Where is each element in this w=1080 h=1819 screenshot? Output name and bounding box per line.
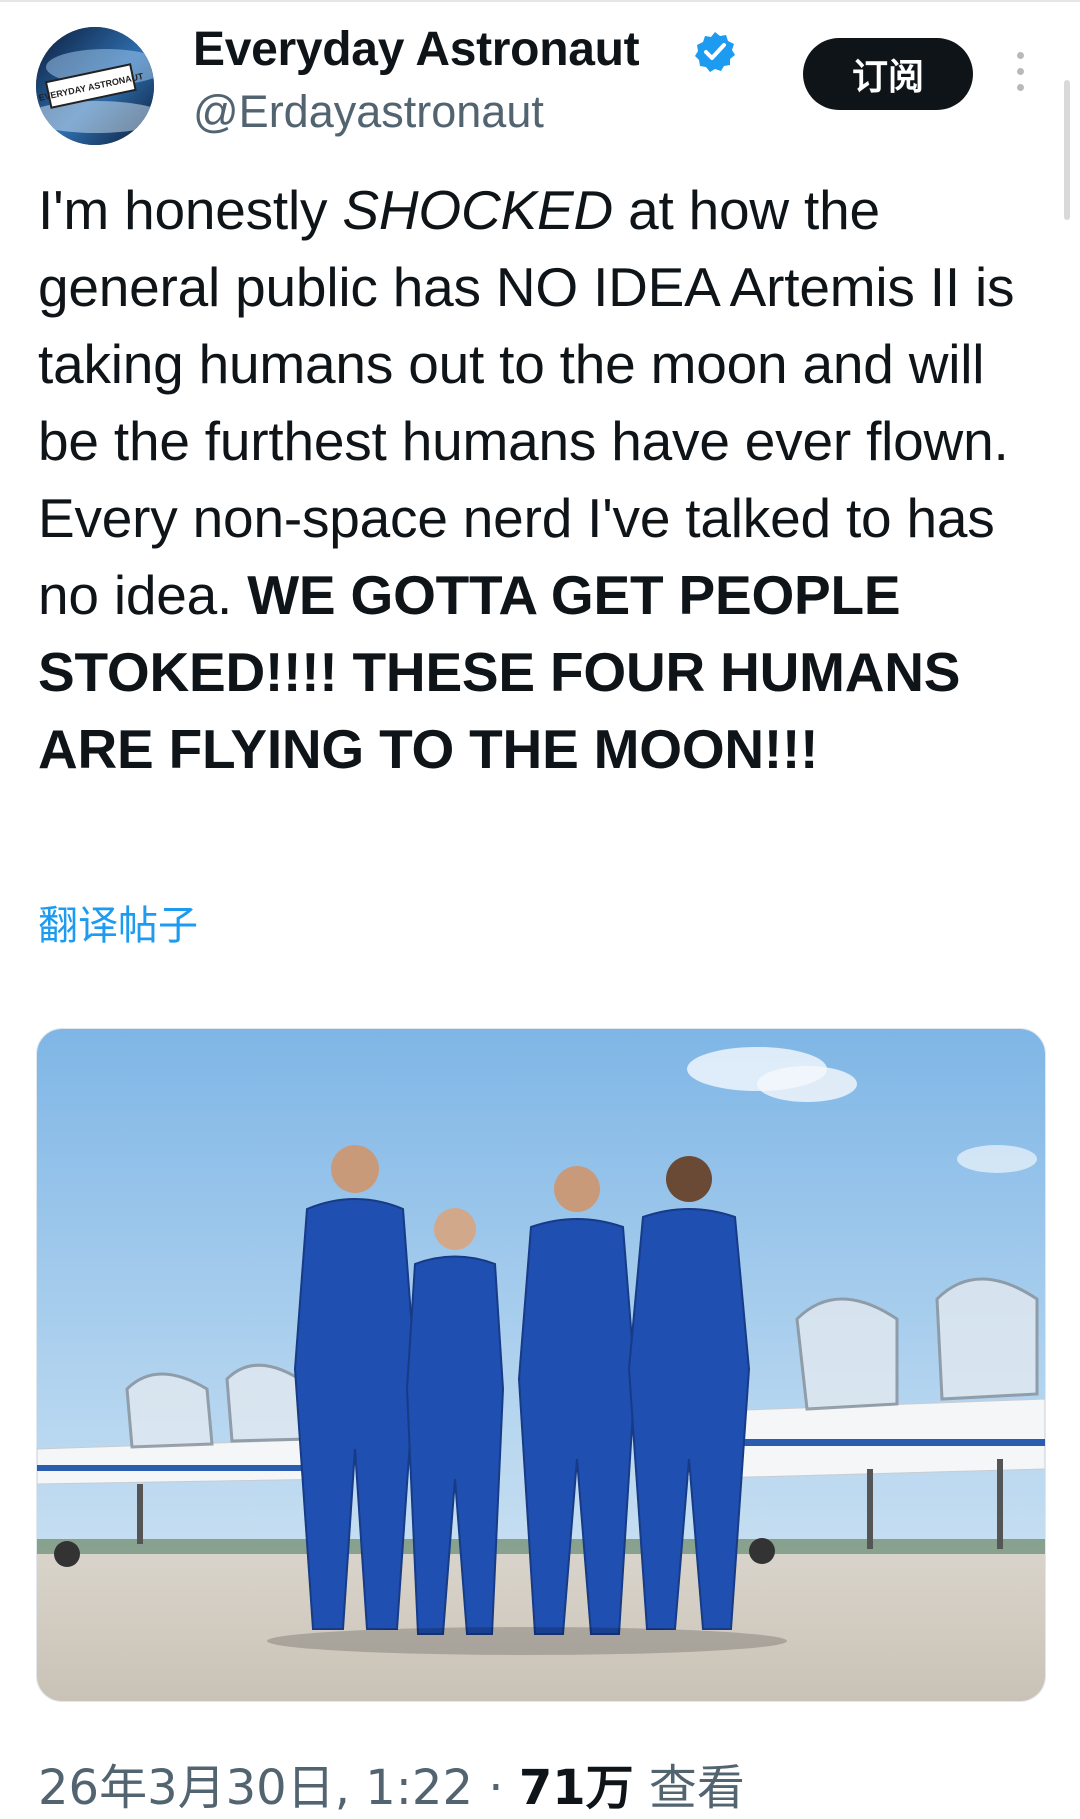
author-handle[interactable]: @Erdayastronaut <box>193 86 544 138</box>
view-count-label: 查看 <box>648 1760 745 1816</box>
tweet-meta: 26年3月30日, 1:22 · 71万 查看 <box>38 1748 745 1818</box>
meta-separator: · <box>488 1760 504 1816</box>
author-name[interactable]: Everyday Astronaut <box>193 22 640 77</box>
tweet-photo[interactable] <box>36 1028 1046 1702</box>
tweet-text-part2: at how the general public has NO IDEA Ar… <box>38 179 1015 626</box>
scrollbar[interactable] <box>1064 80 1070 220</box>
translate-post-link[interactable]: 翻译帖子 <box>38 893 198 951</box>
verified-badge-icon <box>695 32 735 72</box>
top-divider <box>0 0 1080 2</box>
tweet-text-emphasis: SHOCKED <box>342 179 614 241</box>
post-timestamp[interactable]: 26年3月30日, 1:22 <box>38 1760 473 1816</box>
tweet-text: I'm honestly SHOCKED at how the general … <box>38 172 1048 788</box>
subscribe-button[interactable]: 订阅 <box>803 38 973 110</box>
view-count: 71万 <box>518 1760 634 1816</box>
more-vertical-icon[interactable] <box>1005 52 1035 102</box>
tweet-text-part1: I'm honestly <box>38 179 343 241</box>
author-avatar[interactable]: EVERYDAY ASTRONAUT <box>36 27 154 145</box>
